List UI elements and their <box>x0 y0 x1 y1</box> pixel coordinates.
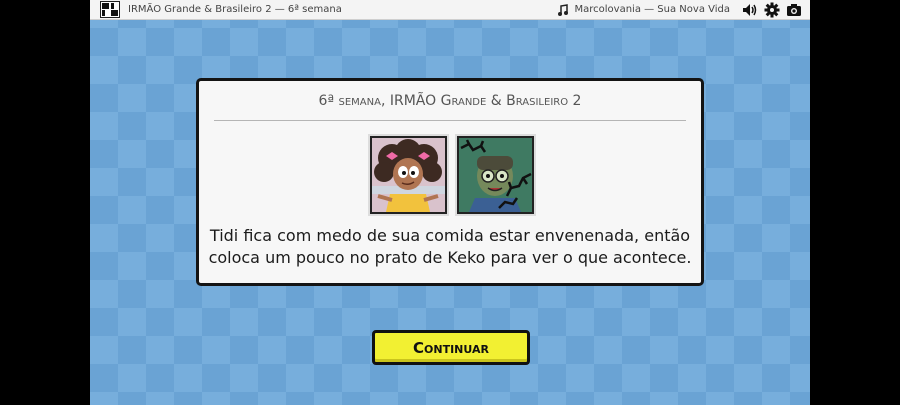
event-dialog: 6ª semana, IRMÃO Grande & Brasileiro 2 T… <box>196 78 704 286</box>
character-card-keko <box>455 134 536 216</box>
top-bar: IRMÃO Grande & Brasileiro 2 — 6ª semana … <box>90 0 810 20</box>
description-line-2: coloca um pouco no prato de Keko para ve… <box>208 248 692 267</box>
now-playing-text: Marcolovania — Sua Nova Vida <box>574 4 731 15</box>
keko-portrait <box>459 138 532 212</box>
window-title: IRMÃO Grande & Brasileiro 2 — 6ª semana <box>128 4 342 15</box>
gear-icon[interactable] <box>764 2 780 18</box>
character-card-tidi <box>368 134 449 216</box>
description-line-1: Tidi fica com medo de sua comida estar e… <box>209 226 691 245</box>
divider <box>214 120 686 121</box>
tidi-portrait <box>372 138 445 212</box>
event-description: Tidi fica com medo de sua comida estar e… <box>199 225 701 269</box>
speaker-icon[interactable] <box>742 2 758 18</box>
now-playing[interactable]: Marcolovania — Sua Nova Vida <box>555 2 731 18</box>
game-viewport: IRMÃO Grande & Brasileiro 2 — 6ª semana … <box>90 0 810 405</box>
dialog-title: 6ª semana, IRMÃO Grande & Brasileiro 2 <box>318 93 582 109</box>
music-note-icon <box>555 2 571 18</box>
camera-icon[interactable] <box>786 2 802 18</box>
continue-button[interactable]: Continuar <box>372 330 530 365</box>
game-logo <box>100 1 120 18</box>
